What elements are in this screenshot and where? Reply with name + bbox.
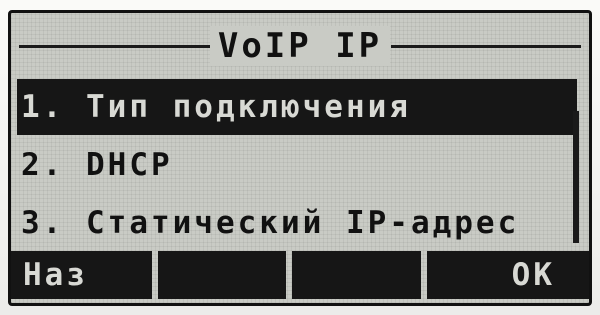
- ok-softkey[interactable]: OK: [426, 251, 589, 299]
- menu-item-dhcp[interactable]: 2. DHCP: [17, 137, 577, 193]
- softkey-bar: Наз OK: [11, 251, 589, 303]
- title-divider-right: [391, 45, 581, 48]
- back-softkey[interactable]: Наз: [11, 251, 152, 299]
- title-bar: VoIP IP: [11, 23, 589, 69]
- softkey-3[interactable]: [292, 251, 421, 299]
- device-bezel: VoIP IP 1. Тип подключения 2. DHCP 3. Ст…: [0, 0, 600, 315]
- title-divider-left: [19, 45, 217, 48]
- lcd-screen: VoIP IP 1. Тип подключения 2. DHCP 3. Ст…: [8, 10, 592, 306]
- menu-item-connection-type[interactable]: 1. Тип подключения: [17, 79, 577, 135]
- softkey-2[interactable]: [157, 251, 286, 299]
- menu-item-static-ip[interactable]: 3. Статический IP-адрес: [17, 195, 577, 251]
- scrollbar[interactable]: [573, 111, 579, 243]
- menu-list: 1. Тип подключения 2. DHCP 3. Статически…: [17, 79, 577, 253]
- screen-title: VoIP IP: [209, 26, 391, 66]
